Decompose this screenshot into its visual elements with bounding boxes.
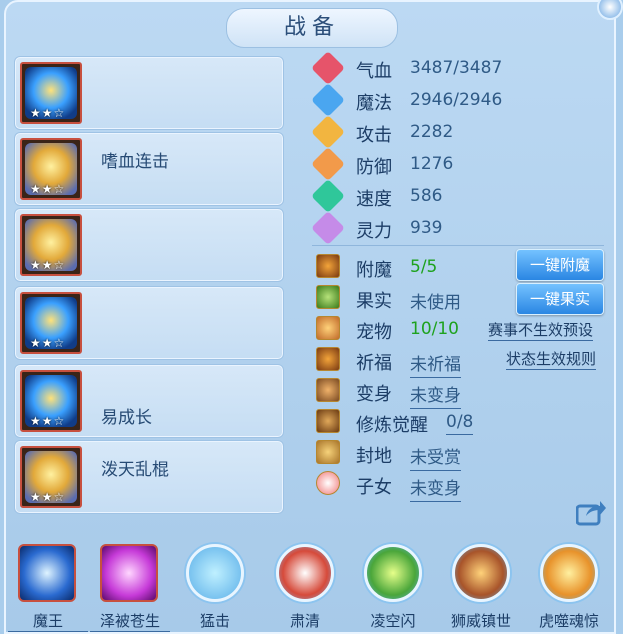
stat-label-defense: 防御 (356, 157, 392, 178)
skill-demon-king[interactable] (14, 540, 80, 606)
stat-label-hp: 气血 (356, 61, 392, 82)
extra-label-fief: 封地 (356, 446, 392, 467)
preset-link[interactable]: 赛事不生效预设 (488, 319, 594, 341)
skill-name-4[interactable]: 肃清 (265, 610, 345, 631)
extra-value-transform[interactable]: 未变身 (410, 381, 461, 409)
skill-purge[interactable] (272, 540, 338, 606)
fruit-icon (316, 285, 340, 309)
enchant-icon (316, 254, 340, 278)
skill-name-1[interactable]: 魔王 (8, 610, 88, 632)
equipment-icon[interactable]: ★★☆ (20, 62, 82, 124)
star-rating: ★★☆ (30, 258, 66, 272)
equipment-slot-4[interactable]: ★★☆ (14, 286, 284, 360)
stat-value-attack: 2282 (410, 122, 454, 142)
one-click-enchant-button[interactable]: 一键附魔 (516, 249, 604, 281)
extra-label-transform: 变身 (356, 384, 392, 405)
section-divider (312, 245, 604, 246)
skill-name-2[interactable]: 泽被苍生 (90, 610, 170, 632)
skill-tiger-devour[interactable] (536, 540, 602, 606)
extra-label-blessing: 祈福 (356, 353, 392, 374)
stat-value-mp: 2946/2946 (410, 90, 503, 110)
rules-link[interactable]: 状态生效规则 (506, 348, 597, 370)
stat-label-mp: 魔法 (356, 93, 392, 114)
star-rating: ★★☆ (30, 414, 66, 428)
star-rating: ★★☆ (30, 490, 66, 504)
stat-label-speed: 速度 (356, 189, 392, 210)
extra-value-child[interactable]: 未变身 (410, 474, 461, 502)
star-rating: ★★☆ (30, 182, 66, 196)
child-icon (316, 471, 340, 495)
equipment-name: 嗜血连击 (101, 152, 169, 172)
fief-icon (316, 440, 340, 464)
extra-value-pet: 10/10 (410, 319, 459, 339)
skill-name-7[interactable]: 虎噬魂惊 (529, 610, 609, 631)
pet-icon (316, 316, 340, 340)
extra-label-fruit: 果实 (356, 291, 392, 312)
equipment-name: 泼天乱棍 (101, 460, 169, 480)
equipment-icon[interactable]: ★★☆ (20, 292, 82, 354)
stat-label-attack: 攻击 (356, 125, 392, 146)
extra-value-blessing[interactable]: 未祈福 (410, 350, 461, 378)
extra-label-enchant: 附魔 (356, 260, 392, 281)
equipment-slot-5[interactable]: ★★☆ 易成长 (14, 364, 284, 438)
stat-value-defense: 1276 (410, 154, 454, 174)
one-click-fruit-button[interactable]: 一键果实 (516, 283, 604, 315)
skill-name-3[interactable]: 猛击 (175, 610, 255, 631)
blessing-icon (316, 347, 340, 371)
corner-gem-icon (597, 0, 623, 20)
share-icon[interactable] (576, 500, 606, 526)
extra-value-enchant: 5/5 (410, 257, 438, 277)
skill-lion-might[interactable] (448, 540, 514, 606)
extra-label-cultivation: 修炼觉醒 (356, 415, 428, 436)
extra-value-cultivation[interactable]: 0/8 (446, 412, 474, 435)
stat-label-spirit: 灵力 (356, 221, 392, 242)
stat-value-spirit: 939 (410, 218, 443, 238)
skill-name-6[interactable]: 狮威镇世 (441, 610, 521, 631)
extra-label-child: 子女 (356, 477, 392, 498)
equipment-icon[interactable]: ★★☆ (20, 138, 82, 200)
skill-strike[interactable] (182, 540, 248, 606)
equipment-slot-2[interactable]: ★★☆ 嗜血连击 (14, 132, 284, 206)
extra-label-pet: 宠物 (356, 322, 392, 343)
stat-value-hp: 3487/3487 (410, 58, 503, 78)
equipment-icon[interactable]: ★★☆ (20, 370, 82, 432)
star-rating: ★★☆ (30, 106, 66, 120)
skill-blessing-all[interactable] (96, 540, 162, 606)
equipment-slot-6[interactable]: ★★☆ 泼天乱棍 (14, 440, 284, 514)
extra-value-fruit: 未使用 (410, 293, 461, 313)
transform-icon (316, 378, 340, 402)
equipment-slot-3[interactable]: ★★☆ (14, 208, 284, 282)
stat-value-speed: 586 (410, 186, 443, 206)
equipment-name: 易成长 (101, 408, 152, 428)
cultivation-icon (316, 409, 340, 433)
skill-name-5[interactable]: 凌空闪 (353, 610, 433, 631)
equipment-icon[interactable]: ★★☆ (20, 214, 82, 276)
star-rating: ★★☆ (30, 336, 66, 350)
equipment-icon[interactable]: ★★☆ (20, 446, 82, 508)
equipment-slot-1[interactable]: ★★☆ (14, 56, 284, 130)
panel-title: 战备 (226, 8, 398, 48)
extra-value-fief[interactable]: 未受赏 (410, 443, 461, 471)
skill-aerial-flash[interactable] (360, 540, 426, 606)
